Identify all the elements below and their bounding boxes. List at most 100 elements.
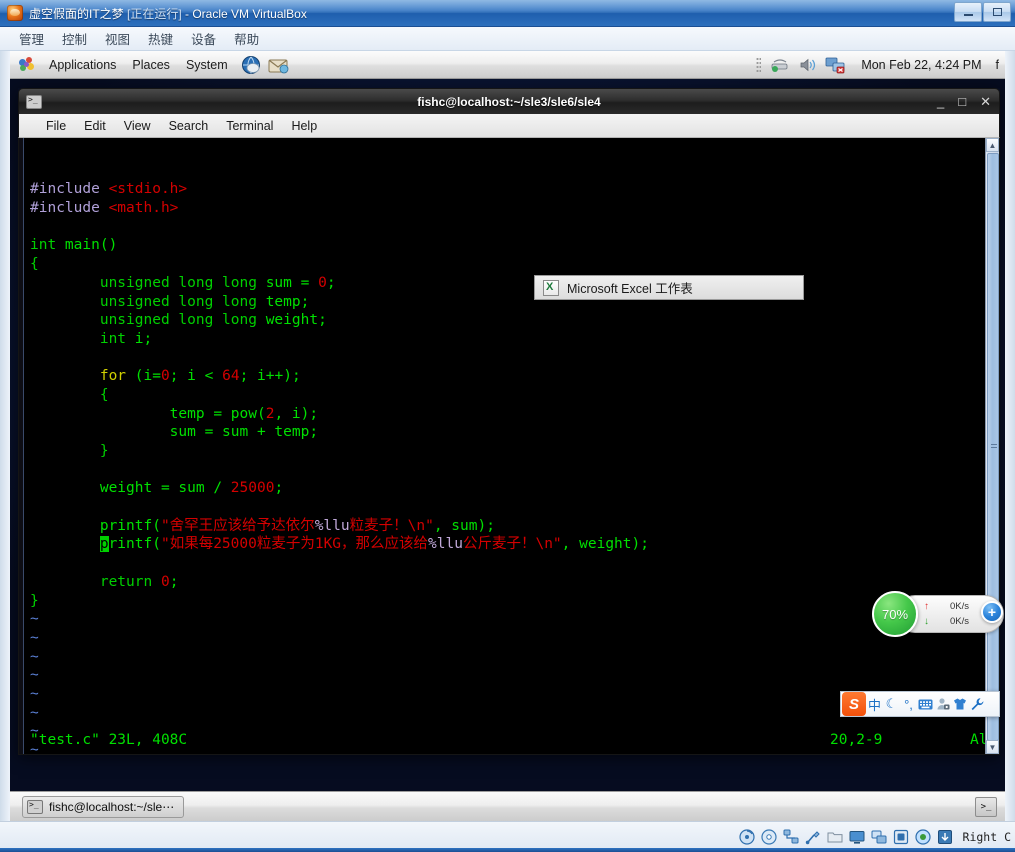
code-token: temp = pow(	[30, 405, 266, 422]
scrollbar-up-arrow[interactable]: ▲	[986, 138, 999, 152]
gnome-menu-applications[interactable]: Applications	[42, 56, 123, 74]
volume-icon[interactable]	[797, 55, 819, 75]
language-mode-icon[interactable]: 中	[866, 694, 883, 714]
terminal-menu-terminal[interactable]: Terminal	[217, 117, 282, 135]
gnome-menu-system[interactable]: System	[179, 56, 235, 74]
sogou-ime-toolbar[interactable]: S 中 ☾ °,	[840, 691, 1000, 717]
maximize-icon	[992, 8, 1002, 16]
host-key-icon[interactable]	[937, 829, 954, 846]
terminal-close-button[interactable]: ✕	[980, 95, 991, 108]
code-token: unsigned long long	[30, 274, 266, 291]
vbox-menu-help[interactable]: 帮助	[225, 27, 268, 50]
code-token: i;	[134, 330, 153, 347]
vbox-menu-devices[interactable]: 设备	[182, 27, 225, 50]
code-content: #include <stdio.h> #include <math.h> int …	[30, 180, 985, 754]
code-token: , i);	[274, 405, 319, 422]
terminal-menu-edit[interactable]: Edit	[75, 117, 115, 135]
gnome-panel-right: Mon Feb 22, 4:24 PM f	[756, 51, 1005, 79]
netspeed-percent-circle[interactable]: 70%	[872, 591, 918, 637]
terminal-scrollbar[interactable]: ▲ ▼	[985, 138, 999, 754]
code-token: ~	[30, 611, 39, 628]
vbox-right-border	[1005, 51, 1015, 821]
code-line: for (i=0; i < 64; i++);	[30, 367, 985, 386]
terminal-menu-file[interactable]: File	[37, 117, 75, 135]
terminal-maximize-button[interactable]: □	[958, 95, 966, 108]
punctuation-mode-icon[interactable]: °,	[900, 694, 917, 714]
shared-folder-icon[interactable]	[827, 829, 844, 846]
soft-keyboard-icon[interactable]	[917, 694, 934, 714]
display-disconnected-icon[interactable]	[825, 55, 847, 75]
network-speed-widget[interactable]: 70% ↑ 0K/s ↓ 0K/s +	[872, 591, 1005, 637]
code-token: 0	[318, 274, 327, 291]
code-token: int	[30, 330, 135, 347]
network-icon[interactable]	[783, 829, 800, 846]
web-browser-icon[interactable]	[240, 54, 262, 76]
netspeed-add-button[interactable]: +	[981, 601, 1003, 623]
code-token: 64	[222, 368, 240, 385]
code-token: {	[30, 386, 109, 403]
code-token: weight;	[265, 312, 327, 329]
remote-desktop-icon[interactable]	[871, 829, 888, 846]
vbox-menu-view[interactable]: 视图	[96, 27, 139, 50]
taskbar-item-terminal[interactable]: fishc@localhost:~/sle⋯	[22, 795, 185, 818]
network-manager-icon[interactable]	[769, 55, 791, 75]
gnome-menu-places[interactable]: Places	[125, 56, 177, 74]
code-line: ~	[30, 610, 985, 629]
virtualbox-titlebar: 虚空假面的IT之梦 [正在运行] - Oracle VM VirtualBox	[0, 0, 1015, 27]
code-token: unsigned long long	[30, 293, 266, 310]
gnome-panel-left: Applications Places System	[10, 54, 289, 76]
video-capture-icon[interactable]	[893, 829, 910, 846]
cd-dvd-icon[interactable]	[761, 829, 778, 846]
code-token: , weight);	[561, 536, 649, 553]
panel-clock[interactable]: Mon Feb 22, 4:24 PM	[853, 58, 989, 72]
moon-mode-icon[interactable]: ☾	[883, 694, 900, 714]
maximize-button[interactable]	[983, 2, 1011, 22]
minimize-button[interactable]	[954, 2, 982, 22]
hard-disk-icon[interactable]	[739, 829, 756, 846]
panel-user-menu[interactable]: f	[996, 58, 1003, 72]
settings-wrench-icon[interactable]	[968, 694, 985, 714]
gnome-foot-icon	[18, 56, 36, 73]
terminal-menu-view[interactable]: View	[115, 117, 160, 135]
vim-editor-screen[interactable]: #include <stdio.h> #include <math.h> int …	[24, 138, 985, 754]
vbox-menu-hotkey[interactable]: 热键	[139, 27, 182, 50]
host-key-label: Right C	[962, 830, 1011, 844]
gnome-top-panel: Applications Places System Mon Feb 22, 4…	[10, 51, 1005, 79]
code-token: 公斤麦子！\n"	[462, 536, 562, 553]
terminal-menu-help[interactable]: Help	[282, 117, 326, 135]
sogou-logo-icon[interactable]: S	[842, 692, 866, 716]
netspeed-upload-row: ↑ 0K/s	[924, 599, 969, 614]
usb-icon[interactable]	[805, 829, 822, 846]
vim-status-position: 20,2-9	[830, 732, 883, 749]
vbox-menu-manage[interactable]: 管理	[10, 27, 53, 50]
virtualbox-app-icon	[7, 5, 23, 21]
terminal-tray-icon[interactable]	[975, 796, 997, 817]
code-token: ;	[274, 480, 284, 497]
terminal-minimize-button[interactable]: _	[937, 95, 944, 108]
code-token: return	[30, 573, 161, 590]
code-token: sum = sum + temp;	[30, 424, 319, 441]
code-token: ~	[30, 704, 39, 721]
vbox-menu-control[interactable]: 控制	[53, 27, 96, 50]
terminal-menubar: File Edit View Search Terminal Help	[18, 114, 1000, 138]
panel-drag-grip[interactable]	[756, 57, 762, 73]
upload-arrow-icon: ↑	[924, 601, 929, 612]
skin-icon[interactable]	[951, 694, 968, 714]
code-token: p	[99, 536, 109, 553]
vim-status-line: "test.c" 23L, 408C 20,2-9 All	[30, 731, 985, 750]
code-token: 粒麦子！\n"	[349, 517, 434, 534]
email-client-icon[interactable]	[267, 54, 289, 76]
terminal-menu-search[interactable]: Search	[160, 117, 218, 135]
scrollbar-down-arrow[interactable]: ▼	[986, 740, 999, 754]
mouse-integration-icon[interactable]	[915, 829, 932, 846]
display-icon[interactable]	[849, 829, 866, 846]
user-account-icon[interactable]	[934, 694, 951, 714]
code-token: sum =	[265, 274, 319, 291]
code-token: rintf(	[108, 536, 161, 553]
terminal-titlebar[interactable]: fishc@localhost:~/sle3/sle6/sle4 _ □ ✕	[18, 88, 1000, 114]
code-token: printf(	[30, 517, 161, 534]
terminal-icon	[26, 94, 42, 109]
scrollbar-thumb[interactable]	[987, 153, 999, 741]
excel-file-tooltip[interactable]: Microsoft Excel 工作表	[534, 275, 804, 300]
